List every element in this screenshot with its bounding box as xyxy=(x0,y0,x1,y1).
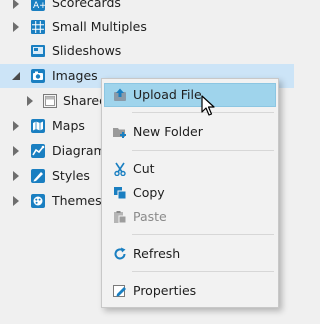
paste-icon xyxy=(113,210,127,224)
menu-item-refresh[interactable]: Refresh xyxy=(104,242,276,266)
folder-icon xyxy=(43,94,57,108)
context-menu: Upload File New Folder Cut Copy Paste Re… xyxy=(101,78,279,308)
tree-item-slideshows[interactable]: Slideshows xyxy=(0,39,294,63)
scissors-icon xyxy=(113,162,127,176)
slideshow-icon xyxy=(31,44,45,58)
menu-item-new-folder[interactable]: New Folder xyxy=(104,120,276,144)
new-folder-icon xyxy=(113,125,127,139)
menu-separator xyxy=(132,271,274,272)
menu-item-cut[interactable]: Cut xyxy=(104,157,276,181)
menu-item-label: New Folder xyxy=(133,124,203,139)
expand-arrow-icon[interactable] xyxy=(13,146,19,156)
menu-item-label: Upload File xyxy=(133,87,202,102)
upload-icon xyxy=(113,88,127,102)
tree-item-label: Small Multiples xyxy=(52,19,147,34)
menu-item-label: Cut xyxy=(133,161,155,176)
menu-item-label: Properties xyxy=(133,283,197,298)
menu-item-copy[interactable]: Copy xyxy=(104,181,276,205)
tree-item-label: Images xyxy=(52,68,98,83)
svg-text:A+: A+ xyxy=(33,1,45,11)
tree-item-label: Scorecards xyxy=(52,0,121,10)
menu-item-label: Refresh xyxy=(133,246,181,261)
mouse-cursor-icon xyxy=(201,95,217,117)
expand-arrow-icon[interactable] xyxy=(13,196,19,206)
styles-icon xyxy=(31,169,45,183)
collapse-arrow-icon[interactable] xyxy=(12,72,20,80)
expand-arrow-icon[interactable] xyxy=(27,96,33,106)
grid-icon xyxy=(31,20,45,34)
expand-arrow-icon[interactable] xyxy=(13,22,19,32)
menu-item-paste[interactable]: Paste xyxy=(104,205,276,229)
tree-item-label: Styles xyxy=(52,168,90,183)
themes-icon xyxy=(31,194,45,208)
tree-item-label: Slideshows xyxy=(52,43,122,58)
expand-arrow-icon[interactable] xyxy=(13,121,19,131)
expand-arrow-icon[interactable] xyxy=(13,0,19,9)
menu-item-label: Paste xyxy=(133,209,167,224)
tree-item-small-multiples[interactable]: Small Multiples xyxy=(0,15,294,39)
camera-icon xyxy=(31,69,45,83)
menu-item-label: Copy xyxy=(133,185,165,200)
menu-item-properties[interactable]: Properties xyxy=(104,279,276,303)
scorecard-icon: A+ xyxy=(31,0,45,11)
tree-item-label: Themes xyxy=(52,193,102,208)
copy-icon xyxy=(113,186,127,200)
tree-item-label: Maps xyxy=(52,118,85,133)
map-icon xyxy=(31,119,45,133)
tree-item-scorecards[interactable]: A+ Scorecards xyxy=(0,0,294,16)
refresh-icon xyxy=(113,247,127,261)
properties-icon xyxy=(113,284,127,298)
menu-item-upload-file[interactable]: Upload File xyxy=(104,83,276,107)
menu-separator xyxy=(132,150,274,151)
diagram-icon xyxy=(31,144,45,158)
expand-arrow-icon[interactable] xyxy=(13,171,19,181)
menu-separator xyxy=(132,234,274,235)
